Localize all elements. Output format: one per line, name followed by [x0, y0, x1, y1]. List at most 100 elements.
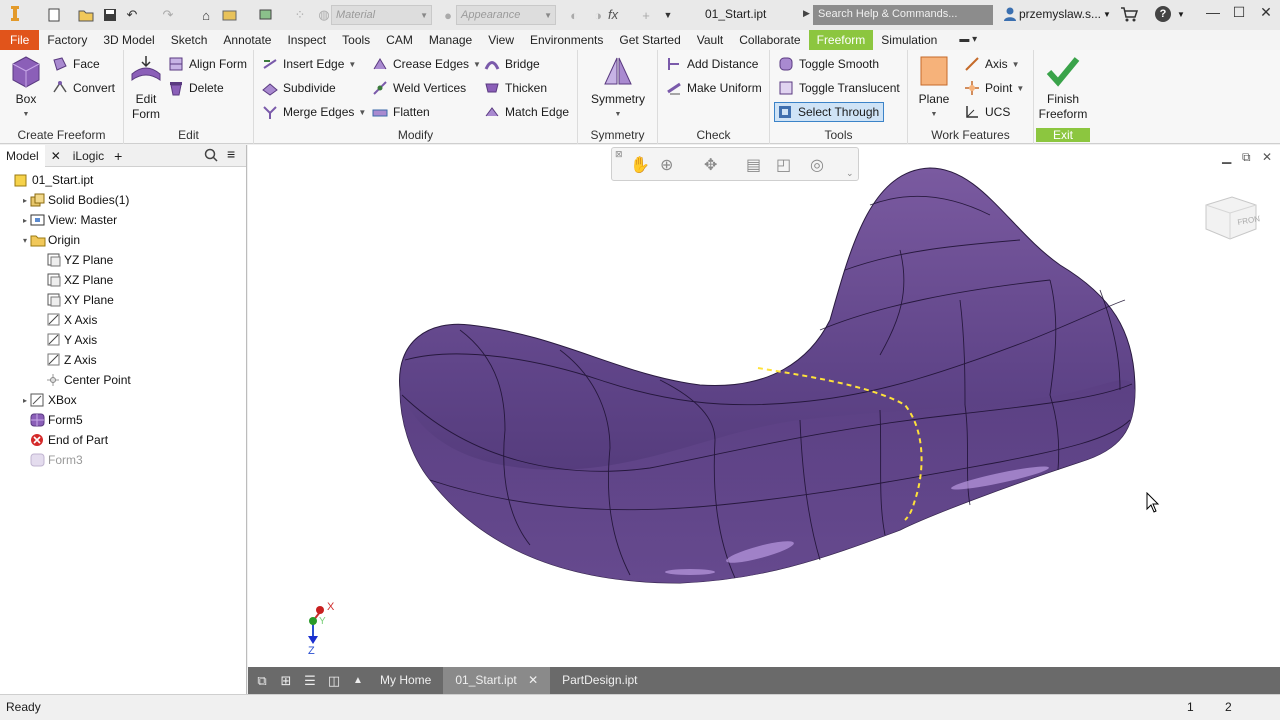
add-tab-icon[interactable]: + [110, 148, 126, 164]
appearance-combo[interactable]: Appearance ▼ [456, 5, 556, 25]
plus-icon[interactable]: + [638, 7, 654, 23]
tree-item-xy-plane[interactable]: XY Plane [36, 290, 114, 310]
adjust-icon[interactable]: ◑ [590, 7, 606, 23]
match-edge-button[interactable]: Match Edge [484, 102, 569, 122]
menu-3d-model[interactable]: 3D Model [95, 30, 162, 50]
cart-icon[interactable] [1120, 6, 1139, 25]
tree-item-y-axis[interactable]: Y Axis [36, 330, 97, 350]
new-icon[interactable] [46, 7, 62, 23]
graphics-viewport[interactable]: ⊠ ✋ ⊕ ✥ ▤ ◰ ◎ ⌄ ▁ ⧉ ✕ FRONT X Y Z [248, 145, 1280, 667]
home-icon[interactable]: ⌂ [198, 7, 214, 23]
open-documents-icon[interactable]: ▲ [348, 671, 368, 691]
menu-inspect[interactable]: Inspect [279, 30, 334, 50]
ucs-button[interactable]: UCS [964, 102, 1010, 122]
symmetry-button[interactable]: Symmetry ▼ [584, 54, 652, 122]
point-button[interactable]: Point ▼ [964, 78, 1024, 98]
toggle-translucent-button[interactable]: Toggle Translucent [778, 78, 900, 98]
select-through-button[interactable]: Select Through [774, 102, 885, 122]
box-button[interactable]: Box ▼ [6, 54, 46, 122]
measure-icon[interactable]: ⁘ [292, 7, 308, 23]
finish-freeform-button[interactable]: Finish Freeform [1036, 54, 1090, 122]
tree-item-xbox[interactable]: ▸ XBox [20, 390, 77, 410]
open-icon[interactable] [78, 7, 94, 23]
tree-item-yz-plane[interactable]: YZ Plane [36, 250, 113, 270]
menu-manage[interactable]: Manage [421, 30, 480, 50]
cascade-icon[interactable]: ⧉ [252, 671, 272, 691]
tab-my-home[interactable]: My Home [368, 667, 443, 694]
tab-ilogic[interactable]: iLogic [67, 145, 110, 167]
tab-model[interactable]: Model [0, 144, 45, 167]
select-icon[interactable] [258, 7, 274, 23]
subdivide-button[interactable]: Subdivide [262, 78, 336, 98]
tree-item-x-axis[interactable]: X Axis [36, 310, 97, 330]
material-combo[interactable]: Material ▼ [331, 5, 432, 25]
convert-button[interactable]: Convert [52, 78, 115, 98]
menu-environments[interactable]: Environments [522, 30, 611, 50]
axis-button[interactable]: Axis ▼ [964, 54, 1020, 74]
redo-icon[interactable]: ↷ [160, 7, 176, 23]
tile-icon[interactable]: ⊞ [276, 671, 296, 691]
edit-form-button[interactable]: Edit Form [126, 54, 166, 122]
menu-factory[interactable]: Factory [39, 30, 95, 50]
tree-item-01-start-ipt[interactable]: 01_Start.ipt [4, 170, 93, 190]
tab-partdesign[interactable]: PartDesign.ipt [550, 667, 649, 694]
expand-icon[interactable]: ▸ [20, 216, 30, 225]
menu-simulation[interactable]: Simulation [873, 30, 945, 50]
user-chevron-icon[interactable]: ▼ [1103, 10, 1111, 19]
delete-button[interactable]: Delete [168, 78, 224, 98]
flatten-button[interactable]: Flatten [372, 102, 430, 122]
tile-vertical-icon[interactable]: ◫ [324, 671, 344, 691]
search-input[interactable]: Search Help & Commands... [813, 5, 993, 25]
globe-icon[interactable]: ◍ [316, 7, 332, 23]
help-chevron-icon[interactable]: ▼ [1177, 10, 1185, 19]
tree-item-xz-plane[interactable]: XZ Plane [36, 270, 113, 290]
toggle-smooth-button[interactable]: Toggle Smooth [778, 54, 879, 74]
menu-sketch[interactable]: Sketch [163, 30, 216, 50]
close-icon[interactable]: ✕ [528, 673, 538, 687]
ribbon-options-icon[interactable]: ▬ ▾ [959, 30, 977, 50]
menu-annotate[interactable]: Annotate [215, 30, 279, 50]
customize-chevron-icon[interactable]: ▼ [660, 7, 676, 23]
menu-tools[interactable]: Tools [334, 30, 378, 50]
plane-button[interactable]: Plane ▼ [914, 54, 954, 122]
save-icon[interactable] [102, 7, 118, 23]
update-icon[interactable] [222, 7, 238, 23]
tree-item-center-point[interactable]: Center Point [36, 370, 131, 390]
browser-menu-icon[interactable]: ≡ [227, 146, 235, 162]
expand-icon[interactable]: ▸ [20, 196, 30, 205]
minimize-icon[interactable]: — [1202, 4, 1224, 24]
tab-01-start[interactable]: 01_Start.ipt ✕ [443, 667, 551, 694]
add-distance-button[interactable]: Add Distance [666, 54, 758, 74]
user-name[interactable]: przemyslaw.s... [1019, 7, 1101, 21]
tree-item-form5[interactable]: Form5 [20, 410, 83, 430]
menu-get-started[interactable]: Get Started [611, 30, 688, 50]
thicken-button[interactable]: Thicken [484, 78, 547, 98]
undo-icon[interactable]: ↶ [124, 7, 140, 23]
maximize-icon[interactable]: ☐ [1228, 4, 1250, 24]
merge-edges-button[interactable]: Merge Edges ▼ [262, 102, 366, 122]
close-tab-icon[interactable]: ✕ [45, 149, 67, 163]
bridge-button[interactable]: Bridge [484, 54, 540, 74]
expand-icon[interactable]: ▸ [20, 396, 30, 405]
align-form-button[interactable]: Align Form [168, 54, 247, 74]
menu-freeform[interactable]: Freeform [808, 30, 874, 50]
insert-edge-button[interactable]: Insert Edge ▼ [262, 54, 356, 74]
tree-item-z-axis[interactable]: Z Axis [36, 350, 97, 370]
tree-item-origin[interactable]: ▾ Origin [20, 230, 80, 250]
tree-item-form3[interactable]: Form3 [20, 450, 83, 470]
menu-collaborate[interactable]: Collaborate [731, 30, 808, 50]
app-logo-icon[interactable] [7, 5, 23, 25]
tree-item-solid-bodies-1[interactable]: ▸ Solid Bodies(1) [20, 190, 129, 210]
help-icon[interactable]: ? [1155, 6, 1171, 22]
menu-cam[interactable]: CAM [378, 30, 421, 50]
clear-override-icon[interactable]: ◐ [566, 7, 582, 23]
close-icon[interactable]: ✕ [1255, 4, 1277, 24]
menu-view[interactable]: View [480, 30, 522, 50]
crease-edges-button[interactable]: Crease Edges ▼ [372, 54, 481, 74]
freeform-body[interactable] [248, 145, 1280, 667]
fx-button[interactable]: fx [608, 7, 618, 22]
face-button[interactable]: Face [52, 54, 100, 74]
weld-vertices-button[interactable]: Weld Vertices [372, 78, 466, 98]
menu-vault[interactable]: Vault [689, 30, 731, 50]
tree-item-view-master[interactable]: ▸ View: Master [20, 210, 117, 230]
